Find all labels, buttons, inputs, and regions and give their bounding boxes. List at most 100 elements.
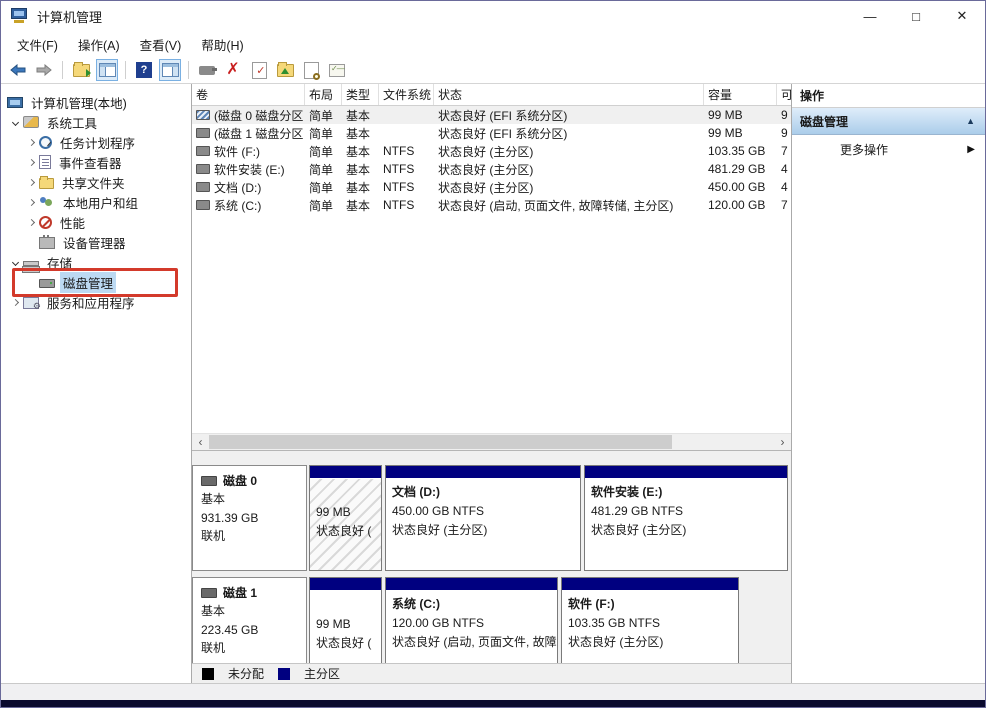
back-button[interactable]	[7, 59, 29, 81]
actions-group-disk-management[interactable]: 磁盘管理 ▲	[792, 108, 985, 135]
scrollbar-thumb[interactable]	[209, 434, 673, 449]
volume-row[interactable]: (磁盘 0 磁盘分区 1) 简单 基本 状态良好 (EFI 系统分区) 99 M…	[192, 106, 791, 124]
column-type[interactable]: 类型	[342, 84, 379, 105]
actions-pane-title: 操作	[792, 84, 985, 108]
unallocated-swatch	[202, 667, 214, 680]
menu-file[interactable]: 文件(F)	[7, 32, 68, 57]
delete-icon: ✗	[226, 61, 240, 78]
mark-active-button[interactable]: ✓	[248, 59, 270, 81]
partition-color-bar	[310, 465, 381, 479]
tree-item-disk-management[interactable]: 磁盘管理	[1, 268, 191, 297]
volume-list: 卷 布局 类型 文件系统 状态 容量 可 (磁盘 0 磁盘分区 1) 简单 基本…	[192, 84, 791, 214]
volume-row[interactable]: 软件安装 (E:) 简单 基本 NTFS 状态良好 (主分区) 481.29 G…	[192, 160, 791, 178]
help-button[interactable]: ?	[133, 59, 155, 81]
menu-action[interactable]: 操作(A)	[68, 32, 130, 57]
forward-icon	[36, 64, 52, 76]
volume-icon	[196, 128, 210, 138]
open-folder-button[interactable]	[274, 59, 296, 81]
primary-partition-swatch	[278, 667, 291, 680]
action-pane-toggle-button[interactable]	[159, 59, 181, 81]
more-actions-item[interactable]: 更多操作 ▶	[792, 135, 985, 163]
tree-item-event-viewer[interactable]: 事件查看器	[1, 152, 191, 172]
legend-primary-label: 主分区	[304, 667, 341, 681]
disk-type: 基本	[201, 604, 226, 619]
performance-icon	[39, 215, 52, 229]
disk-status: 联机	[201, 641, 226, 656]
tree-item-system-tools[interactable]: 系统工具	[1, 112, 191, 132]
tree-item-local-users[interactable]: 本地用户和组	[1, 192, 191, 212]
column-volume[interactable]: 卷	[192, 84, 305, 105]
volume-icon	[196, 146, 210, 156]
chevron-right-icon[interactable]	[23, 178, 39, 186]
scrollbar-track[interactable]	[209, 434, 774, 450]
partition-color-bar	[562, 577, 738, 591]
services-apps-icon	[23, 296, 41, 312]
partition-color-bar	[585, 465, 787, 479]
tree-item-computer-management[interactable]: 计算机管理(本地)	[1, 92, 191, 112]
tree-item-device-manager[interactable]: 设备管理器	[1, 232, 191, 252]
pointer-tool-button[interactable]	[196, 59, 218, 81]
chevron-down-icon[interactable]	[7, 118, 23, 126]
titlebar: 计算机管理 — □ ✕	[1, 1, 985, 31]
chevron-right-icon[interactable]	[7, 298, 23, 306]
column-status[interactable]: 状态	[434, 84, 704, 105]
column-capacity[interactable]: 容量	[704, 84, 777, 105]
export-list-button[interactable]	[70, 59, 92, 81]
partition-efi-disk0[interactable]: 99 MB 状态良好 (	[309, 464, 382, 571]
disk-icon	[201, 475, 217, 486]
disk-0-header[interactable]: 磁盘 0 基本 931.39 GB 联机	[192, 464, 307, 571]
volume-row[interactable]: 软件 (F:) 简单 基本 NTFS 状态良好 (主分区) 103.35 GB …	[192, 142, 791, 160]
tree-item-services-apps[interactable]: 服务和应用程序	[1, 292, 191, 312]
column-filesystem[interactable]: 文件系统	[379, 84, 434, 105]
legend-unallocated-label: 未分配	[228, 667, 265, 681]
column-free-clipped[interactable]: 可	[777, 84, 791, 105]
toolbar-separator	[62, 61, 63, 79]
tree-item-storage[interactable]: 存储	[1, 252, 191, 272]
tree-item-shared-folders[interactable]: 共享文件夹	[1, 172, 191, 192]
app-icon	[11, 8, 29, 24]
scroll-left-arrow[interactable]: ‹	[192, 433, 209, 450]
close-button[interactable]: ✕	[939, 1, 985, 31]
explore-button[interactable]	[300, 59, 322, 81]
properties-button[interactable]	[326, 59, 348, 81]
volume-row[interactable]: (磁盘 1 磁盘分区 1) 简单 基本 状态良好 (EFI 系统分区) 99 M…	[192, 124, 791, 142]
partition-d[interactable]: 文档 (D:) 450.00 GB NTFS 状态良好 (主分区)	[385, 464, 581, 571]
check-document-icon: ✓	[251, 61, 267, 79]
horizontal-scrollbar[interactable]: ‹ ›	[192, 432, 791, 450]
console-tree-toggle-button[interactable]	[96, 59, 118, 81]
volume-row[interactable]: 文档 (D:) 简单 基本 NTFS 状态良好 (主分区) 450.00 GB …	[192, 178, 791, 196]
chevron-down-icon[interactable]	[7, 258, 23, 266]
toolbar-separator	[188, 61, 189, 79]
chevron-right-icon[interactable]	[23, 158, 39, 166]
menu-view[interactable]: 查看(V)	[130, 32, 192, 57]
collapse-arrow-icon[interactable]: ▲	[966, 116, 975, 126]
window-bottom-strip	[1, 683, 985, 700]
computer-icon	[7, 96, 23, 108]
export-folder-icon	[72, 61, 91, 77]
column-layout[interactable]: 布局	[305, 84, 342, 105]
submenu-arrow-icon: ▶	[967, 143, 975, 155]
maximize-button[interactable]: □	[893, 1, 939, 31]
chevron-right-icon[interactable]	[23, 218, 39, 226]
scroll-right-arrow[interactable]: ›	[774, 433, 791, 450]
minimize-button[interactable]: —	[847, 1, 893, 31]
partition-color-bar	[310, 577, 381, 591]
volume-row[interactable]: 系统 (C:) 简单 基本 NTFS 状态良好 (启动, 页面文件, 故障转储,…	[192, 196, 791, 214]
partition-color-bar	[386, 577, 557, 591]
delete-volume-button[interactable]: ✗	[222, 59, 244, 81]
tree-item-performance[interactable]: 性能	[1, 212, 191, 232]
menu-help[interactable]: 帮助(H)	[191, 32, 253, 57]
storage-icon	[23, 260, 39, 266]
forward-button[interactable]	[33, 59, 55, 81]
chevron-right-icon[interactable]	[23, 198, 39, 206]
volume-list-empty-area	[192, 214, 791, 433]
disk-status: 联机	[201, 529, 226, 544]
partition-e[interactable]: 软件安装 (E:) 481.29 GB NTFS 状态良好 (主分区)	[584, 464, 788, 571]
shared-folders-icon	[39, 175, 54, 189]
tree-item-task-scheduler[interactable]: 任务计划程序	[1, 132, 191, 152]
volume-list-header: 卷 布局 类型 文件系统 状态 容量 可	[192, 84, 791, 106]
chevron-right-icon[interactable]	[23, 138, 39, 146]
volume-icon	[196, 164, 210, 174]
disk-management-icon	[39, 279, 55, 288]
device-manager-icon	[39, 235, 55, 249]
